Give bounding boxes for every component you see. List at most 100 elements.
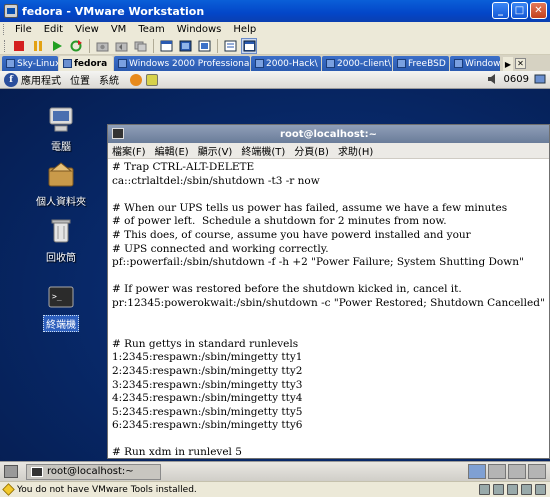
terminal-menu-terminal[interactable]: 終端機(T) [241,143,285,158]
manage-snapshots-icon[interactable] [132,38,148,54]
reset-icon[interactable] [68,38,84,54]
tab-label: Windows 2000 Professional ... [129,58,250,69]
tab-label: 2000-client\ [337,58,391,69]
terminal-titlebar[interactable]: root@localhost:~ [108,125,549,143]
terminal-menubar: 檔案(F) 編輯(E) 顯示(V) 終端機(T) 分頁(B) 求助(H) [108,143,549,159]
workspace-4[interactable] [528,464,546,479]
desktop-icon-trash[interactable]: 回收筒 [31,216,91,264]
vm-icon [397,59,406,68]
network-adapter-icon[interactable] [507,484,518,495]
tab-label: fedora [74,58,108,69]
menu-windows[interactable]: Windows [171,24,228,35]
toolbar-separator [217,38,218,53]
terminal-menu-help[interactable]: 求助(H) [338,143,373,158]
tab-close-icon[interactable]: ✕ [515,57,526,69]
status-message[interactable]: You do not have VMware Tools installed. [17,485,197,495]
terminal-menu-tabs[interactable]: 分頁(B) [294,143,329,158]
workspace-3[interactable] [508,464,526,479]
tab-2000-hack[interactable]: 2000-Hack\ [251,56,321,71]
mail-launcher-icon[interactable] [146,73,158,86]
menu-edit[interactable]: Edit [38,24,69,35]
show-desktop-icon[interactable] [4,465,18,478]
desktop-icon-computer[interactable]: 電腦 [31,105,91,153]
gnome-bottom-panel: root@localhost:~ [0,461,550,481]
tab-freebsd[interactable]: FreeBSD [393,56,449,71]
terminal-line: # When our UPS tells us power has failed… [112,201,508,214]
gnome-top-panel: f 應用程式 位置 系統 0609 [0,71,550,89]
network-icon[interactable] [534,73,546,85]
workspace-switcher [468,464,546,479]
revert-icon[interactable] [113,38,129,54]
cdrom-icon[interactable] [493,484,504,495]
terminal-line: # Run xdm in runlevel 5 [112,446,242,459]
snapshot-icon[interactable] [94,38,110,54]
system-tray: 0609 [487,73,546,85]
vm-icon [63,59,72,68]
terminal-menu-view[interactable]: 顯示(V) [198,143,233,158]
menu-system[interactable]: 系統 [99,72,119,87]
toolbar-grip[interactable] [4,39,7,52]
console-icon[interactable] [241,37,257,54]
menu-vm[interactable]: VM [105,24,132,35]
menu-places[interactable]: 位置 [70,72,90,87]
volume-icon[interactable] [487,73,499,85]
terminal-window-icon[interactable] [112,128,124,139]
tab-scroll-arrow-icon[interactable]: ▶ [503,57,513,71]
menu-help[interactable]: Help [227,24,262,35]
menu-applications[interactable]: 應用程式 [21,72,61,87]
terminal-menu-edit[interactable]: 編輯(E) [155,143,189,158]
terminal-line: # UPS connected and working correctly. [112,242,329,255]
firefox-launcher-icon[interactable] [130,73,142,86]
hard-disk-icon[interactable] [479,484,490,495]
workspace-2[interactable] [488,464,506,479]
workspace-1[interactable] [468,464,486,479]
close-button[interactable]: ✕ [530,2,547,19]
terminal-line: 2:2345:respawn:/sbin/mingetty tty2 [112,364,303,377]
vmware-app-icon[interactable] [4,4,18,18]
menubar: File Edit View VM Team Windows Help [0,22,550,37]
fedora-logo-icon[interactable]: f [4,72,18,87]
tab-fedora[interactable]: fedora [59,56,113,71]
clock[interactable]: 0609 [504,74,529,85]
minimize-button[interactable]: _ [492,2,509,19]
tab-sky-linux[interactable]: Sky-Linux [2,56,58,71]
stop-icon[interactable] [11,38,27,54]
menu-file[interactable]: File [9,24,38,35]
tab-label: 2000-Hack\ [266,58,318,69]
unity-icon[interactable] [196,38,212,54]
pause-icon[interactable] [30,38,46,54]
terminal-line: 6:2345:respawn:/sbin/mingetty tty6 [112,419,303,432]
menubar-grip[interactable] [3,24,6,35]
sound-icon[interactable] [535,484,546,495]
vm-icon [6,59,15,68]
taskbar-terminal-button[interactable]: root@localhost:~ [26,463,161,480]
desktop-icon-home[interactable]: 個人資料夾 [31,160,91,208]
quick-switch-icon[interactable] [158,38,174,54]
menu-team[interactable]: Team [132,24,170,35]
terminal-window[interactable]: root@localhost:~ 檔案(F) 編輯(E) 顯示(V) 終端機(T… [107,124,550,459]
vm-icon [118,59,127,68]
summary-icon[interactable] [222,38,238,54]
tab-window[interactable]: Window [450,56,500,71]
usb-icon[interactable] [521,484,532,495]
terminal-title: root@localhost:~ [280,128,377,140]
window-title: fedora - VMware Workstation [22,4,205,18]
menu-view[interactable]: View [69,24,105,35]
fullscreen-icon[interactable] [177,38,193,54]
desktop-icon-terminal[interactable]: >_ 終端機 [31,284,91,332]
terminal-menu-file[interactable]: 檔案(F) [112,143,146,158]
tab-label: FreeBSD [408,58,446,69]
play-icon[interactable] [49,38,65,54]
vmware-titlebar: fedora - VMware Workstation _ □ ✕ [0,0,550,22]
terminal-line: 4:2345:respawn:/sbin/mingetty tty4 [112,392,303,405]
terminal-content[interactable]: # Trap CTRL-ALT-DELETE ca::ctrlaltdel:/sb… [108,159,549,459]
maximize-button[interactable]: □ [511,2,528,19]
desktop-icon-label: 個人資料夾 [36,197,86,208]
tab-windows-2000[interactable]: Windows 2000 Professional ... [114,56,250,71]
tab-2000-client[interactable]: 2000-client\ [322,56,392,71]
guest-desktop[interactable]: f 應用程式 位置 系統 0609 電腦 個人資料夾 回收筒 >_ 終端機 ro… [0,71,550,481]
warning-icon [2,483,15,496]
terminal-line: pf::powerfail:/sbin/shutdown -f -h +2 "P… [112,256,524,269]
